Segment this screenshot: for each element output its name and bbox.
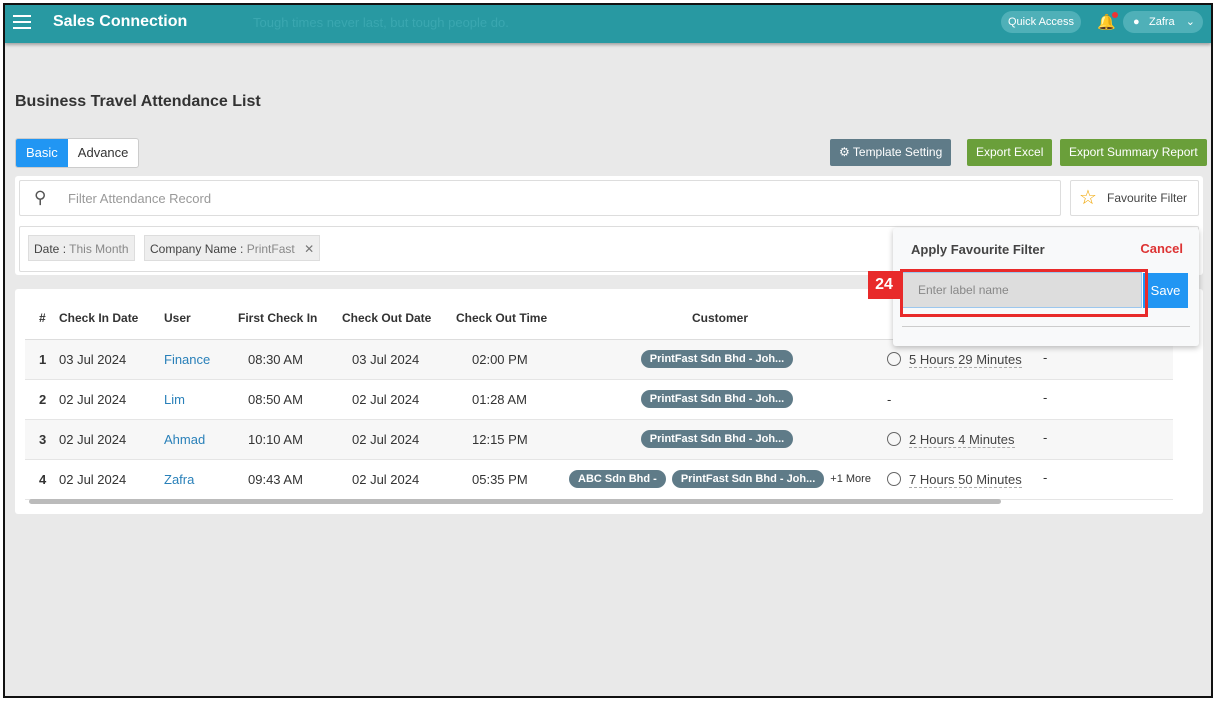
check-out-time: 01:28 AM: [456, 379, 565, 420]
chip-label: Company Name: [150, 242, 237, 256]
check-in-date: 02 Jul 2024: [59, 379, 164, 420]
annotation-highlight: [900, 269, 1148, 317]
customer-cell: ABC Sdn Bhd - PrintFast Sdn Bhd - Joh... +…: [565, 459, 875, 500]
user-link[interactable]: Zafra: [164, 459, 238, 500]
tab-advance[interactable]: Advance: [68, 139, 139, 167]
bell-icon[interactable]: 🔔: [1097, 12, 1118, 31]
check-out-time: 12:15 PM: [456, 419, 565, 460]
check-in-date: 03 Jul 2024: [59, 339, 164, 380]
duration[interactable]: 5 Hours 29 Minutes: [909, 351, 1022, 368]
filter-chip-date[interactable]: Date : This Month: [28, 235, 135, 261]
first-check-in: 08:30 AM: [238, 339, 342, 380]
export-excel-button[interactable]: Export Excel: [967, 139, 1053, 166]
user-menu[interactable]: ● Zafra ⌄: [1123, 11, 1203, 33]
col-user: User: [164, 297, 238, 340]
check-out-time: 02:00 PM: [456, 339, 565, 380]
search-input[interactable]: ⚲ Filter Attendance Record: [19, 180, 1061, 216]
filter-chip-company[interactable]: Company Name : PrintFast ✕: [144, 235, 321, 261]
col-check-in-date: Check In Date: [59, 297, 164, 340]
duration[interactable]: 7 Hours 50 Minutes: [909, 471, 1022, 488]
customer-tag[interactable]: PrintFast Sdn Bhd - Joh...: [640, 430, 794, 448]
row-number: 4: [25, 459, 59, 500]
brand: Sales Connection: [53, 13, 188, 30]
customer-tag[interactable]: ABC Sdn Bhd -: [569, 470, 666, 488]
check-out-date: 02 Jul 2024: [342, 459, 456, 500]
quick-access-button[interactable]: Quick Access: [1001, 11, 1082, 33]
check-out-date: 02 Jul 2024: [342, 419, 456, 460]
chip-value: PrintFast: [246, 242, 295, 256]
user-link[interactable]: Ahmad: [164, 419, 238, 460]
notification-dot: [1111, 12, 1118, 18]
clock-icon: [887, 431, 901, 446]
customer-cell: PrintFast Sdn Bhd - Joh...: [565, 419, 875, 460]
customer-tag[interactable]: PrintFast Sdn Bhd - Joh...: [640, 350, 794, 368]
clock-icon: [887, 351, 901, 366]
popup-title: Apply Favourite Filter: [911, 242, 1045, 257]
extra-cell: -: [1043, 459, 1173, 500]
favourite-filter-label: Favourite Filter: [1107, 191, 1188, 205]
search-icon: ⚲: [34, 188, 47, 207]
col-check-out-time: Check Out Time: [456, 297, 565, 340]
user-link[interactable]: Lim: [164, 379, 238, 420]
gear-icon: ⚙: [839, 145, 850, 159]
chip-label: Date: [34, 242, 60, 256]
duration: -: [887, 391, 892, 407]
clock-icon: [887, 471, 901, 486]
user-name: Zafra: [1149, 16, 1175, 28]
customer-tag[interactable]: PrintFast Sdn Bhd - Joh...: [640, 390, 794, 408]
col-first-check-in: First Check In: [238, 297, 342, 340]
check-in-date: 02 Jul 2024: [59, 459, 164, 500]
check-out-date: 03 Jul 2024: [342, 339, 456, 380]
check-out-time: 05:35 PM: [456, 459, 565, 500]
row-number: 3: [25, 419, 59, 460]
user-icon: ●: [1133, 16, 1140, 28]
extra-cell: -: [1043, 379, 1173, 420]
duration-cell: 2 Hours 4 Minutes: [875, 419, 1043, 460]
row-number: 2: [25, 379, 59, 420]
more-customers-link[interactable]: +1 More: [830, 473, 871, 485]
star-icon: ☆: [1079, 187, 1097, 209]
hamburger-menu-icon[interactable]: [13, 15, 31, 29]
table-row: 2 02 Jul 2024 Lim 08:50 AM 02 Jul 2024 0…: [25, 379, 1173, 420]
col-number: #: [25, 297, 59, 340]
annotation-badge: 24: [868, 271, 900, 299]
page-title: Business Travel Attendance List: [15, 93, 261, 110]
table-row: 3 02 Jul 2024 Ahmad 10:10 AM 02 Jul 2024…: [25, 419, 1173, 460]
customer-tag[interactable]: PrintFast Sdn Bhd - Joh...: [671, 470, 825, 488]
first-check-in: 10:10 AM: [238, 419, 342, 460]
row-number: 1: [25, 339, 59, 380]
save-button[interactable]: Save: [1143, 273, 1188, 308]
duration-cell: 7 Hours 50 Minutes: [875, 459, 1043, 500]
user-link[interactable]: Finance: [164, 339, 238, 380]
divider: [902, 326, 1190, 327]
table-row: 4 02 Jul 2024 Zafra 09:43 AM 02 Jul 2024…: [25, 459, 1173, 500]
template-setting-button[interactable]: ⚙ Template Setting: [830, 139, 952, 166]
customer-cell: PrintFast Sdn Bhd - Joh...: [565, 339, 875, 380]
col-customer: Customer: [565, 297, 875, 340]
close-icon[interactable]: ✕: [304, 242, 314, 256]
chip-value: This Month: [69, 242, 129, 256]
duration-cell: -: [875, 379, 1043, 420]
extra-cell: -: [1043, 419, 1173, 460]
tab-basic[interactable]: Basic: [16, 139, 68, 167]
top-bar: Sales Connection Tough times never last,…: [5, 5, 1211, 43]
motto: Tough times never last, but tough people…: [253, 15, 509, 30]
app-window: Sales Connection Tough times never last,…: [3, 3, 1213, 698]
customer-cell: PrintFast Sdn Bhd - Joh...: [565, 379, 875, 420]
tab-group: Basic Advance: [15, 138, 140, 168]
favourite-filter-button[interactable]: ☆ Favourite Filter: [1070, 180, 1199, 216]
template-setting-label: Template Setting: [852, 145, 943, 159]
check-out-date: 02 Jul 2024: [342, 379, 456, 420]
chevron-down-icon: ⌄: [1185, 16, 1195, 28]
cancel-button[interactable]: Cancel: [1140, 241, 1183, 256]
horizontal-scrollbar[interactable]: [29, 499, 1001, 504]
search-placeholder: Filter Attendance Record: [68, 191, 212, 206]
export-summary-button[interactable]: Export Summary Report: [1060, 139, 1207, 166]
duration[interactable]: 2 Hours 4 Minutes: [909, 431, 1015, 448]
first-check-in: 09:43 AM: [238, 459, 342, 500]
col-check-out-date: Check Out Date: [342, 297, 456, 340]
check-in-date: 02 Jul 2024: [59, 419, 164, 460]
first-check-in: 08:50 AM: [238, 379, 342, 420]
